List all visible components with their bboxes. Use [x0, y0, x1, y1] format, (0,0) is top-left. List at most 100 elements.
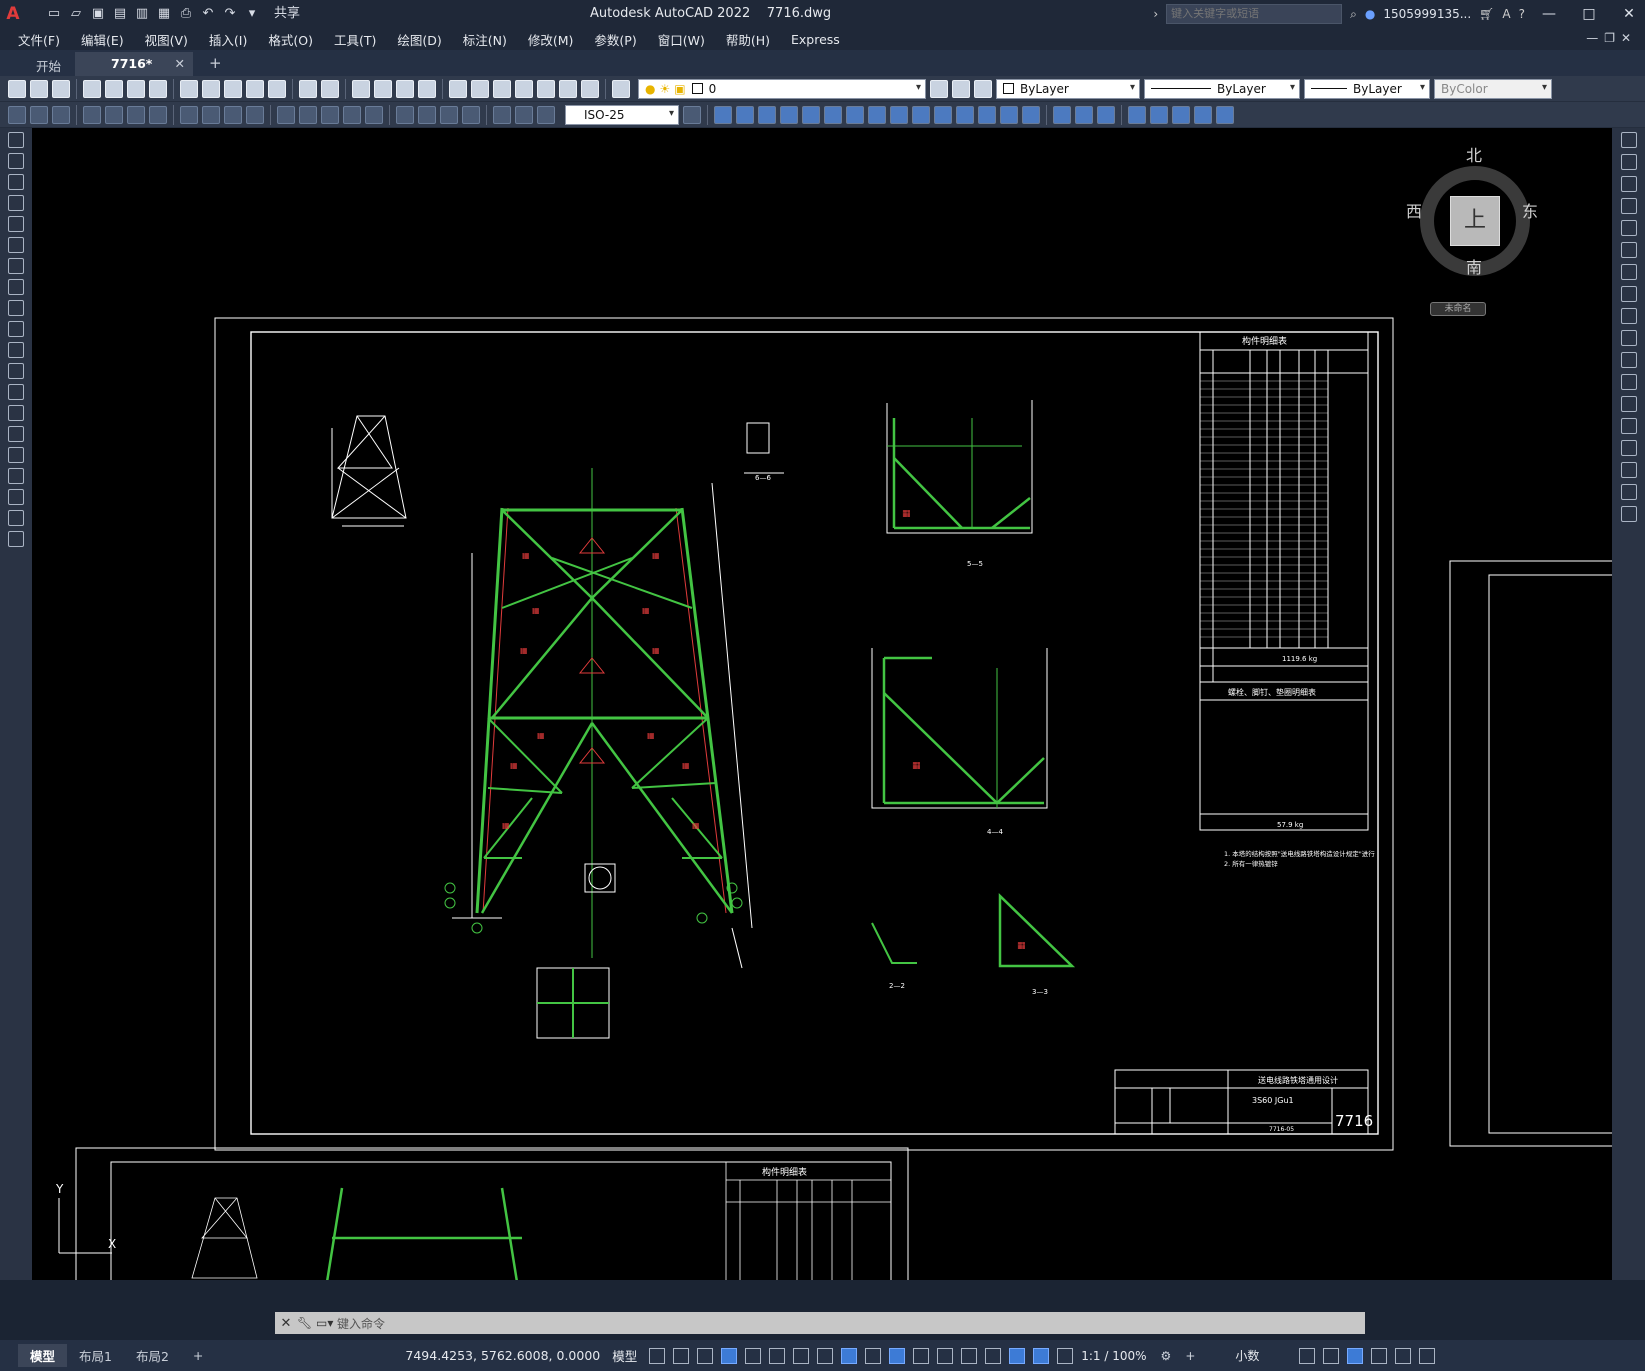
trim-icon[interactable] [1620, 330, 1637, 346]
open-icon[interactable] [30, 79, 48, 98]
group-select-icon[interactable] [1194, 105, 1212, 124]
group-icon[interactable] [1128, 105, 1146, 124]
menu-express[interactable]: Express [791, 32, 840, 47]
coordinate-readout[interactable]: 7494.4253, 5762.6008, 0.0000 [405, 1348, 600, 1363]
polyline-icon[interactable] [8, 174, 24, 190]
user-icon[interactable]: ● [1365, 7, 1375, 21]
cut-icon[interactable] [180, 79, 198, 98]
plot-preview-icon[interactable] [105, 79, 123, 98]
markup-icon[interactable] [537, 79, 555, 98]
publish-icon[interactable] [127, 79, 145, 98]
drawing-canvas[interactable]: ▦ ▦ ▦ ▦ ▦ ▦ ▦ ▦ ▦ ▦ ▦ ▦ ▦ ▦ ▦ 构件明细表 1119… [32, 128, 1612, 1280]
redo-icon[interactable]: ↷ [222, 6, 238, 22]
lineweight-icon[interactable] [865, 1347, 882, 1364]
angular-dim-icon[interactable] [246, 105, 264, 124]
design-center-icon[interactable] [471, 79, 489, 98]
group-bbox-icon[interactable] [1216, 105, 1234, 124]
layout-tab-1[interactable]: 布局1 [67, 1344, 124, 1367]
zoom-window-icon[interactable] [396, 79, 414, 98]
point-icon[interactable] [8, 405, 24, 421]
menu-tools[interactable]: 工具(T) [334, 30, 376, 49]
compass-west[interactable]: 西 [1406, 198, 1422, 222]
cart-icon[interactable]: 🛒︎ [1479, 7, 1494, 21]
stretch-icon[interactable] [868, 105, 886, 124]
revision-cloud-icon[interactable] [8, 279, 24, 295]
join-icon[interactable] [956, 105, 974, 124]
plotstyle-dropdown[interactable]: ByColor ▾ [1434, 78, 1552, 99]
blend-curves-icon[interactable] [1620, 484, 1637, 500]
layer-previous-icon[interactable] [952, 79, 970, 98]
arc-icon[interactable] [8, 237, 24, 253]
search-input[interactable] [1166, 4, 1343, 24]
make-block-icon[interactable] [8, 384, 24, 400]
snap-icon[interactable] [673, 1347, 690, 1364]
copy-icon[interactable] [1620, 154, 1637, 170]
dim-text-edit-icon[interactable] [515, 105, 533, 124]
menu-file[interactable]: 文件(F) [18, 30, 60, 49]
close-tab-icon[interactable]: ✕ [175, 56, 185, 71]
undo-icon[interactable] [299, 79, 317, 98]
close-button[interactable]: ✕ [1613, 6, 1645, 22]
menu-format[interactable]: 格式(O) [268, 30, 313, 49]
user-account[interactable]: 1505999135... [1383, 7, 1471, 21]
tool-palettes-icon[interactable] [493, 79, 511, 98]
minimize-button[interactable]: — [1533, 6, 1565, 22]
insert-block-icon[interactable] [30, 105, 48, 124]
gradient-icon[interactable] [8, 447, 24, 463]
calculator-icon[interactable] [559, 79, 577, 98]
aligned-dim-icon[interactable] [105, 105, 123, 124]
share-button[interactable]: 共享 [274, 6, 300, 22]
trim-icon[interactable] [890, 105, 908, 124]
menu-parametric[interactable]: 参数(P) [594, 30, 636, 49]
quick-properties-icon[interactable] [1299, 1347, 1316, 1364]
menu-edit[interactable]: 编辑(E) [81, 30, 124, 49]
jogged-linear-icon[interactable] [462, 105, 480, 124]
plot-icon[interactable] [83, 79, 101, 98]
quick-dim-icon[interactable] [277, 105, 295, 124]
menu-window[interactable]: 窗口(W) [658, 30, 705, 49]
search-expand-icon[interactable]: › [1153, 7, 1158, 21]
move-icon[interactable] [1620, 242, 1637, 258]
circle-icon[interactable] [8, 258, 24, 274]
bring-front-icon[interactable] [1075, 105, 1093, 124]
linetype-dropdown[interactable]: ByLayer ▾ [1144, 78, 1300, 99]
graphics-performance-icon[interactable] [1371, 1347, 1388, 1364]
selection-filter-icon[interactable] [985, 1347, 1002, 1364]
table-icon[interactable] [8, 489, 24, 505]
region-icon[interactable] [8, 468, 24, 484]
command-input[interactable]: 键入命令 [337, 1315, 385, 1332]
menu-help[interactable]: 帮助(H) [726, 30, 770, 49]
dim-update-icon[interactable] [537, 105, 555, 124]
clean-screen-icon[interactable] [1395, 1347, 1412, 1364]
jogged-dim-icon[interactable] [202, 105, 220, 124]
dimstyle-dropdown[interactable]: ISO-25 ▾ [565, 104, 679, 125]
customization-icon[interactable] [1419, 1347, 1436, 1364]
dimension-style-icon[interactable] [683, 105, 701, 124]
menu-draw[interactable]: 绘图(D) [397, 30, 441, 49]
grid-icon[interactable] [649, 1347, 666, 1364]
make-current-layer-icon[interactable] [930, 79, 948, 98]
line-icon[interactable] [8, 132, 24, 148]
compass-north[interactable]: 北 [1466, 142, 1482, 166]
stretch-icon[interactable] [1620, 308, 1637, 324]
3d-osnap-icon[interactable] [937, 1347, 954, 1364]
annotation-visibility-icon[interactable] [1033, 1347, 1050, 1364]
selection-cycling-icon[interactable] [913, 1347, 930, 1364]
object-snap-icon[interactable] [841, 1347, 858, 1364]
workspace-dropdown-icon[interactable]: ▾ [244, 6, 260, 22]
menu-modify[interactable]: 修改(M) [528, 30, 574, 49]
chamfer-icon[interactable] [978, 105, 996, 124]
add-layout-button[interactable]: + [181, 1346, 215, 1365]
layout-tab-model[interactable]: 模型 [18, 1344, 68, 1367]
mirror-icon[interactable] [1620, 176, 1637, 192]
lineweight-dropdown[interactable]: ByLayer ▾ [1304, 78, 1430, 99]
array-icon[interactable] [780, 105, 798, 124]
explode-icon[interactable] [1022, 105, 1040, 124]
diameter-dim-icon[interactable] [224, 105, 242, 124]
isodraft-icon[interactable] [793, 1347, 810, 1364]
autocad-logo-icon[interactable]: A [0, 0, 26, 28]
rectangle-icon[interactable] [8, 216, 24, 232]
erase-icon[interactable] [1620, 132, 1637, 148]
annotation-scale[interactable]: 1:1 / 100% [1081, 1349, 1146, 1363]
offset-icon[interactable] [1620, 198, 1637, 214]
